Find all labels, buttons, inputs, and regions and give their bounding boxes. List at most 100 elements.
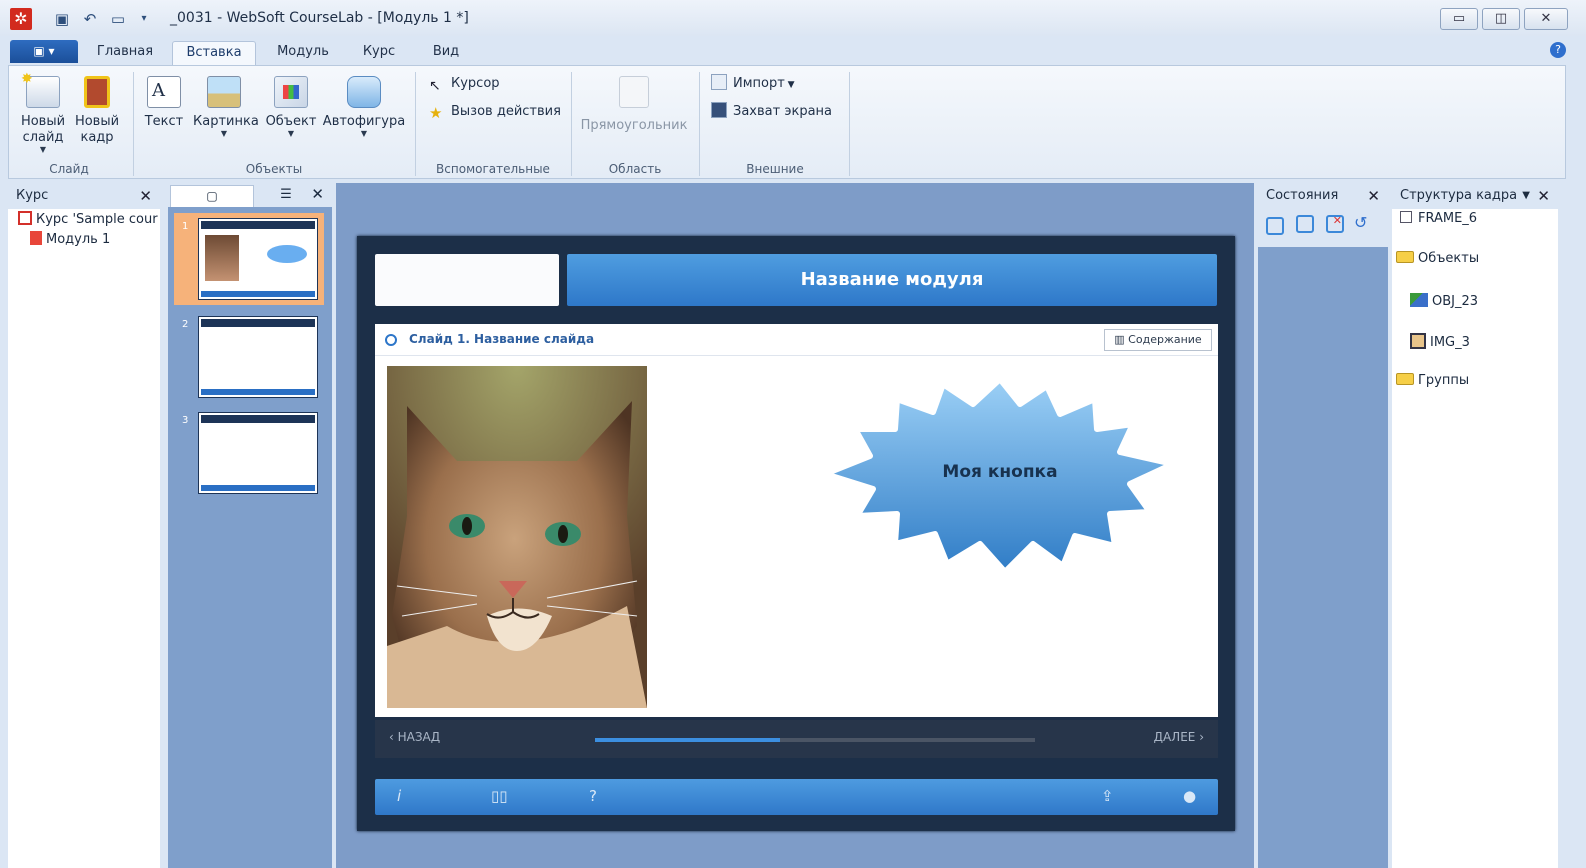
my-button-label: Моя кнопка (942, 462, 1058, 482)
app-logo-icon[interactable]: ✲ (10, 8, 32, 30)
text-icon: A (147, 76, 181, 108)
add-state-icon[interactable] (1266, 217, 1284, 235)
help-icon[interactable]: ? (1550, 42, 1566, 58)
chevron-down-icon[interactable]: ▼ (1522, 183, 1530, 209)
delete-state-icon[interactable]: ✕ (1326, 215, 1344, 233)
export-icon[interactable]: ⇪ (1101, 787, 1114, 805)
info-icon[interactable]: i (397, 787, 401, 805)
tree-item-module[interactable]: Модуль 1 (30, 231, 110, 247)
cursor-icon: ↖ (429, 78, 441, 94)
rectangle-area-button[interactable]: Прямоугольник (575, 76, 693, 134)
chevron-down-icon: ▼ (360, 129, 368, 138)
shape-object-icon (1410, 293, 1428, 307)
insert-picture-button[interactable]: Картинка ▼ (193, 76, 259, 138)
back-nav-button[interactable]: ‹ НАЗАД (389, 730, 440, 744)
file-menu-button[interactable]: ▣ ▾ (10, 40, 78, 63)
film-frame-icon (84, 76, 110, 108)
tree-item-course[interactable]: Курс 'Sample cour (18, 211, 158, 227)
close-icon[interactable]: ✕ (1367, 183, 1380, 209)
states-panel-header: Состояния ✕ (1258, 183, 1388, 209)
tab-slides-view[interactable]: ▢ (170, 185, 254, 207)
new-frame-button[interactable]: Новый кадр (71, 76, 123, 146)
tab-home[interactable]: Главная (88, 41, 162, 65)
title-bar: ✲ ▣ ↶ ▭ ▾ _0031 - WebSoft CourseLab - [М… (0, 0, 1586, 36)
close-icon[interactable]: ✕ (139, 183, 152, 209)
group-divider (571, 72, 572, 176)
cat-image[interactable] (387, 366, 647, 708)
group-divider (699, 72, 700, 176)
tree-item-obj[interactable]: OBJ_23 (1410, 293, 1478, 309)
slide-thumbnail-2[interactable] (199, 317, 317, 397)
course-icon (18, 211, 32, 225)
insert-autoshape-button[interactable]: Автофигура ▼ (321, 76, 407, 138)
undo-icon[interactable]: ↶ (80, 9, 100, 29)
cat-photo (387, 366, 647, 708)
book-icon[interactable]: ▯▯ (491, 787, 508, 805)
call-action-button[interactable]: ★ Вызов действия (429, 102, 561, 122)
tree-item-groups[interactable]: Группы (1396, 373, 1469, 388)
restore-button[interactable]: ◫ (1482, 8, 1520, 30)
thumb-number: 2 (182, 319, 189, 330)
tab-view[interactable]: Вид (418, 41, 474, 65)
insert-object-button[interactable]: Объект ▼ (263, 76, 319, 138)
import-button[interactable]: Импорт ▼ (711, 74, 795, 95)
module-title-bar[interactable]: Название модуля (567, 254, 1217, 306)
group-divider (849, 72, 850, 176)
slide-thumbnail-1[interactable] (199, 219, 317, 299)
close-icon[interactable]: ✕ (1537, 183, 1550, 209)
close-icon[interactable]: ✕ (311, 185, 324, 203)
screen-capture-icon (711, 102, 727, 118)
thumb-header (201, 221, 315, 229)
slide-thumbnail-3[interactable] (199, 413, 317, 493)
slide-thumbnails-panel: ▢ ☰ ✕ 1 2 3 (168, 183, 332, 868)
refresh-state-icon[interactable]: ↺ (1354, 213, 1367, 232)
group-label-objects: Объекты (245, 162, 303, 176)
tree-item-objects[interactable]: Объекты (1396, 251, 1479, 266)
slide-content-area: Слайд 1. Название слайда ▥ Содержание Мо… (375, 324, 1218, 717)
logo-placeholder[interactable] (375, 254, 559, 306)
next-nav-button[interactable]: ДАЛЕЕ › (1154, 730, 1204, 744)
chevron-left-icon: ‹ (389, 730, 398, 744)
new-slide-button[interactable]: ✸ Новый слайд ▼ (17, 71, 69, 154)
group-label-area: Область (608, 162, 662, 176)
module-icon (30, 231, 42, 245)
close-button[interactable]: ✕ (1524, 8, 1568, 30)
chevron-down-icon: ▼ (287, 129, 295, 138)
tab-course[interactable]: Курс (350, 41, 408, 65)
group-divider (415, 72, 416, 176)
customize-icon[interactable]: ▾ (134, 9, 154, 29)
chevron-down-icon: ▼ (39, 145, 47, 154)
picture-icon (207, 76, 241, 108)
outline-view-icon: ☰ (280, 187, 292, 202)
cursor-button[interactable]: ↖ Курсор (429, 74, 500, 94)
slide-canvas[interactable]: Название модуля Слайд 1. Название слайда… (357, 236, 1235, 831)
thumb-header (201, 415, 315, 423)
thumb-footer (201, 485, 315, 491)
screen-capture-button[interactable]: Захват экрана (711, 102, 832, 122)
my-button-shape[interactable]: Моя кнопка (815, 374, 1185, 575)
slide-bottom-toolbar: i ▯▯ ? ⇪ ● (375, 779, 1218, 815)
copy-state-icon[interactable] (1296, 215, 1314, 233)
tab-outline-view[interactable]: ☰ (256, 187, 316, 202)
group-label-external: Внешние (746, 162, 804, 176)
tab-insert[interactable]: Вставка (172, 41, 256, 65)
thumb-cat-image (205, 235, 239, 281)
thumb-footer (201, 291, 315, 297)
monitor-icon[interactable]: ▭ (108, 9, 128, 29)
thumb-header (201, 319, 315, 327)
tree-item-frame[interactable]: FRAME_6 (1400, 211, 1477, 226)
slide-header: Слайд 1. Название слайда ▥ Содержание (375, 324, 1218, 356)
tab-module[interactable]: Модуль (266, 41, 340, 65)
minimize-button[interactable]: ▭ (1440, 8, 1478, 30)
help-question-icon[interactable]: ? (589, 787, 597, 805)
contents-button[interactable]: ▥ Содержание (1104, 329, 1212, 351)
states-panel: Состояния ✕ ✕ ↺ (1258, 183, 1388, 868)
save-icon[interactable]: ▣ (52, 9, 72, 29)
insert-text-button[interactable]: A Текст (139, 76, 189, 130)
power-icon[interactable]: ● (1183, 787, 1196, 805)
progress-bar (595, 738, 1035, 742)
thumb-number: 1 (182, 221, 189, 232)
tree-item-img[interactable]: IMG_3 (1410, 333, 1470, 350)
image-object-icon (1410, 333, 1426, 349)
group-label-aux: Вспомогательные (436, 162, 550, 176)
